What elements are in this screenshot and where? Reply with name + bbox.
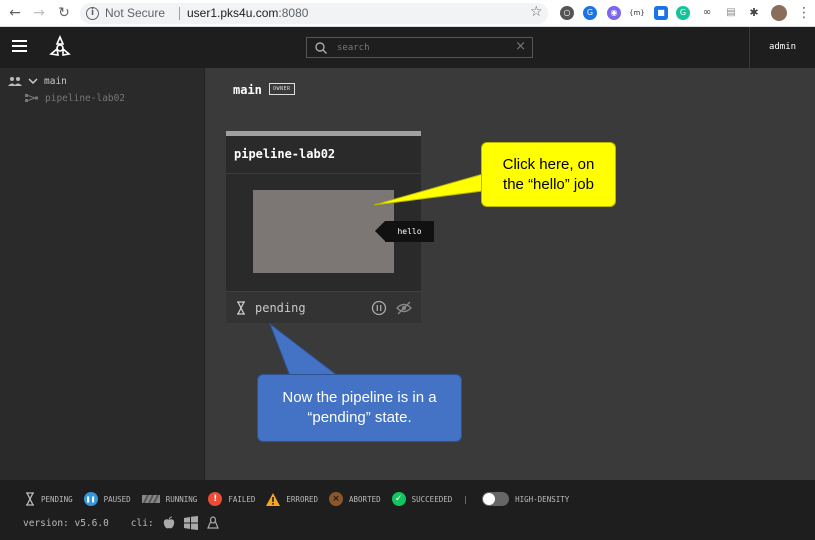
- legend-item-pending: PENDING: [25, 492, 73, 506]
- legend-label-errored: ERRORED: [286, 494, 319, 504]
- annotation-click-hello: Click here, on the “hello” job: [481, 142, 616, 207]
- info-icon[interactable]: i: [86, 7, 99, 20]
- high-density-label: HIGH-DENSITY: [515, 494, 570, 504]
- security-label: Not Secure: [105, 6, 166, 20]
- clear-search-icon[interactable]: ×: [515, 39, 526, 54]
- pipeline-status-text: pending: [255, 301, 306, 315]
- address-bar[interactable]: i Not Secure user1.pks4u.com:8080 ☆: [80, 3, 548, 24]
- yellow-callout-line-1: Click here, on: [502, 155, 595, 173]
- legend-label-pending: PENDING: [41, 494, 73, 504]
- check-circle-icon: ✓: [391, 492, 406, 506]
- pipeline-status-bar: [226, 131, 421, 136]
- blue-callout-line-1: Now the pipeline is in a: [282, 389, 437, 406]
- windows-download-icon[interactable]: [183, 516, 198, 530]
- reload-icon[interactable]: ↻: [55, 4, 73, 22]
- yellow-callout-line-2: the “hello” job: [503, 175, 594, 193]
- search-icon: [315, 42, 327, 54]
- url-host: user1.pks4u.com: [187, 6, 279, 20]
- version-row: version: v5.6.0 cli:: [23, 516, 220, 530]
- apple-download-icon[interactable]: [162, 516, 176, 530]
- owner-badge: OWNER: [269, 83, 295, 95]
- extension-circle-icon[interactable]: ○: [560, 6, 574, 20]
- profile-avatar[interactable]: [771, 5, 787, 21]
- hourglass-icon: [237, 301, 245, 315]
- extension-grammarly-icon[interactable]: G: [676, 6, 690, 20]
- pipeline-icon: [25, 94, 38, 102]
- sidebar-pipeline-label: pipeline-lab02: [45, 92, 126, 104]
- job-hello[interactable]: [253, 190, 394, 273]
- sidebar: main pipeline-lab02: [0, 68, 205, 480]
- hamburger-menu-icon[interactable]: [12, 40, 27, 52]
- sidebar-team-label: main: [44, 75, 67, 87]
- legend-item-failed: ! FAILED: [208, 492, 255, 506]
- running-stripes-icon: [141, 495, 160, 503]
- x-circle-icon: ×: [329, 492, 344, 506]
- url-separator: [179, 7, 180, 20]
- legend-label-failed: FAILED: [228, 494, 256, 504]
- toggle-switch[interactable]: [482, 492, 510, 506]
- blue-callout-line-2: “pending” state.: [307, 409, 412, 426]
- browser-toolbar: ← → ↻ i Not Secure user1.pks4u.com:8080 …: [0, 0, 815, 27]
- legend-label-aborted: ABORTED: [349, 494, 381, 504]
- legend-item-running: RUNNING: [141, 494, 198, 504]
- bookmark-star-icon[interactable]: ☆: [530, 4, 543, 20]
- hourglass-icon: [26, 492, 34, 506]
- card-divider: [226, 173, 421, 174]
- concourse-logo-icon[interactable]: [46, 33, 74, 61]
- exclamation-icon: !: [208, 492, 223, 506]
- search-box[interactable]: ×: [306, 37, 533, 58]
- url-text: user1.pks4u.com:8080: [187, 6, 308, 20]
- linux-download-icon[interactable]: [206, 516, 220, 530]
- extension-purple-icon[interactable]: ◉: [607, 6, 621, 20]
- team-icon: [8, 77, 22, 86]
- legend-item-errored: ERRORED: [266, 492, 319, 506]
- forward-arrow-icon[interactable]: →: [30, 4, 48, 22]
- extension-g-icon[interactable]: G: [583, 6, 597, 20]
- back-arrow-icon[interactable]: ←: [6, 4, 24, 22]
- high-density-toggle[interactable]: HIGH-DENSITY: [482, 492, 569, 506]
- hide-pipeline-eye-icon[interactable]: [396, 301, 412, 315]
- cli-label: cli:: [130, 517, 154, 529]
- extension-blue-icon[interactable]: ■: [654, 6, 668, 20]
- team-name: main: [233, 83, 262, 97]
- user-menu[interactable]: admin: [749, 27, 815, 68]
- url-port: :8080: [278, 6, 309, 20]
- pause-button-icon[interactable]: [371, 300, 387, 316]
- chevron-down-icon[interactable]: [28, 77, 38, 85]
- browser-menu-icon[interactable]: ⋮: [795, 4, 813, 22]
- card-footer: pending: [226, 291, 421, 323]
- sidebar-team-main[interactable]: main: [8, 74, 67, 88]
- app-header: × admin: [0, 27, 815, 68]
- search-input[interactable]: [337, 40, 507, 55]
- sidebar-item-pipeline-lab02[interactable]: pipeline-lab02: [25, 91, 125, 105]
- legend-divider: |: [463, 494, 469, 504]
- extension-glasses-icon[interactable]: ∞: [700, 6, 714, 20]
- legend-label-running: RUNNING: [165, 494, 198, 504]
- extensions-puzzle-icon[interactable]: ✱: [747, 6, 761, 20]
- extension-m-icon[interactable]: {m}: [629, 6, 645, 20]
- version-text: version: v5.6.0: [23, 517, 109, 529]
- legend-row: PENDING ❚❚ PAUSED RUNNING ! FAILED ERROR…: [25, 491, 580, 507]
- extension-clipboard-icon[interactable]: ▤: [724, 6, 738, 20]
- pause-icon: ❚❚: [83, 492, 98, 506]
- status-legend: PENDING ❚❚ PAUSED RUNNING ! FAILED ERROR…: [0, 480, 815, 540]
- legend-item-paused: ❚❚ PAUSED: [83, 492, 131, 506]
- legend-item-succeeded: ✓ SUCCEEDED: [391, 492, 453, 506]
- legend-item-aborted: × ABORTED: [329, 492, 381, 506]
- legend-label-paused: PAUSED: [103, 494, 131, 504]
- legend-label-succeeded: SUCCEEDED: [411, 494, 453, 504]
- warning-triangle-icon: [266, 492, 281, 506]
- pipeline-name[interactable]: pipeline-lab02: [234, 147, 335, 161]
- job-tooltip: hello: [375, 221, 434, 242]
- annotation-pending-state: Now the pipeline is in a “pending” state.: [257, 374, 462, 442]
